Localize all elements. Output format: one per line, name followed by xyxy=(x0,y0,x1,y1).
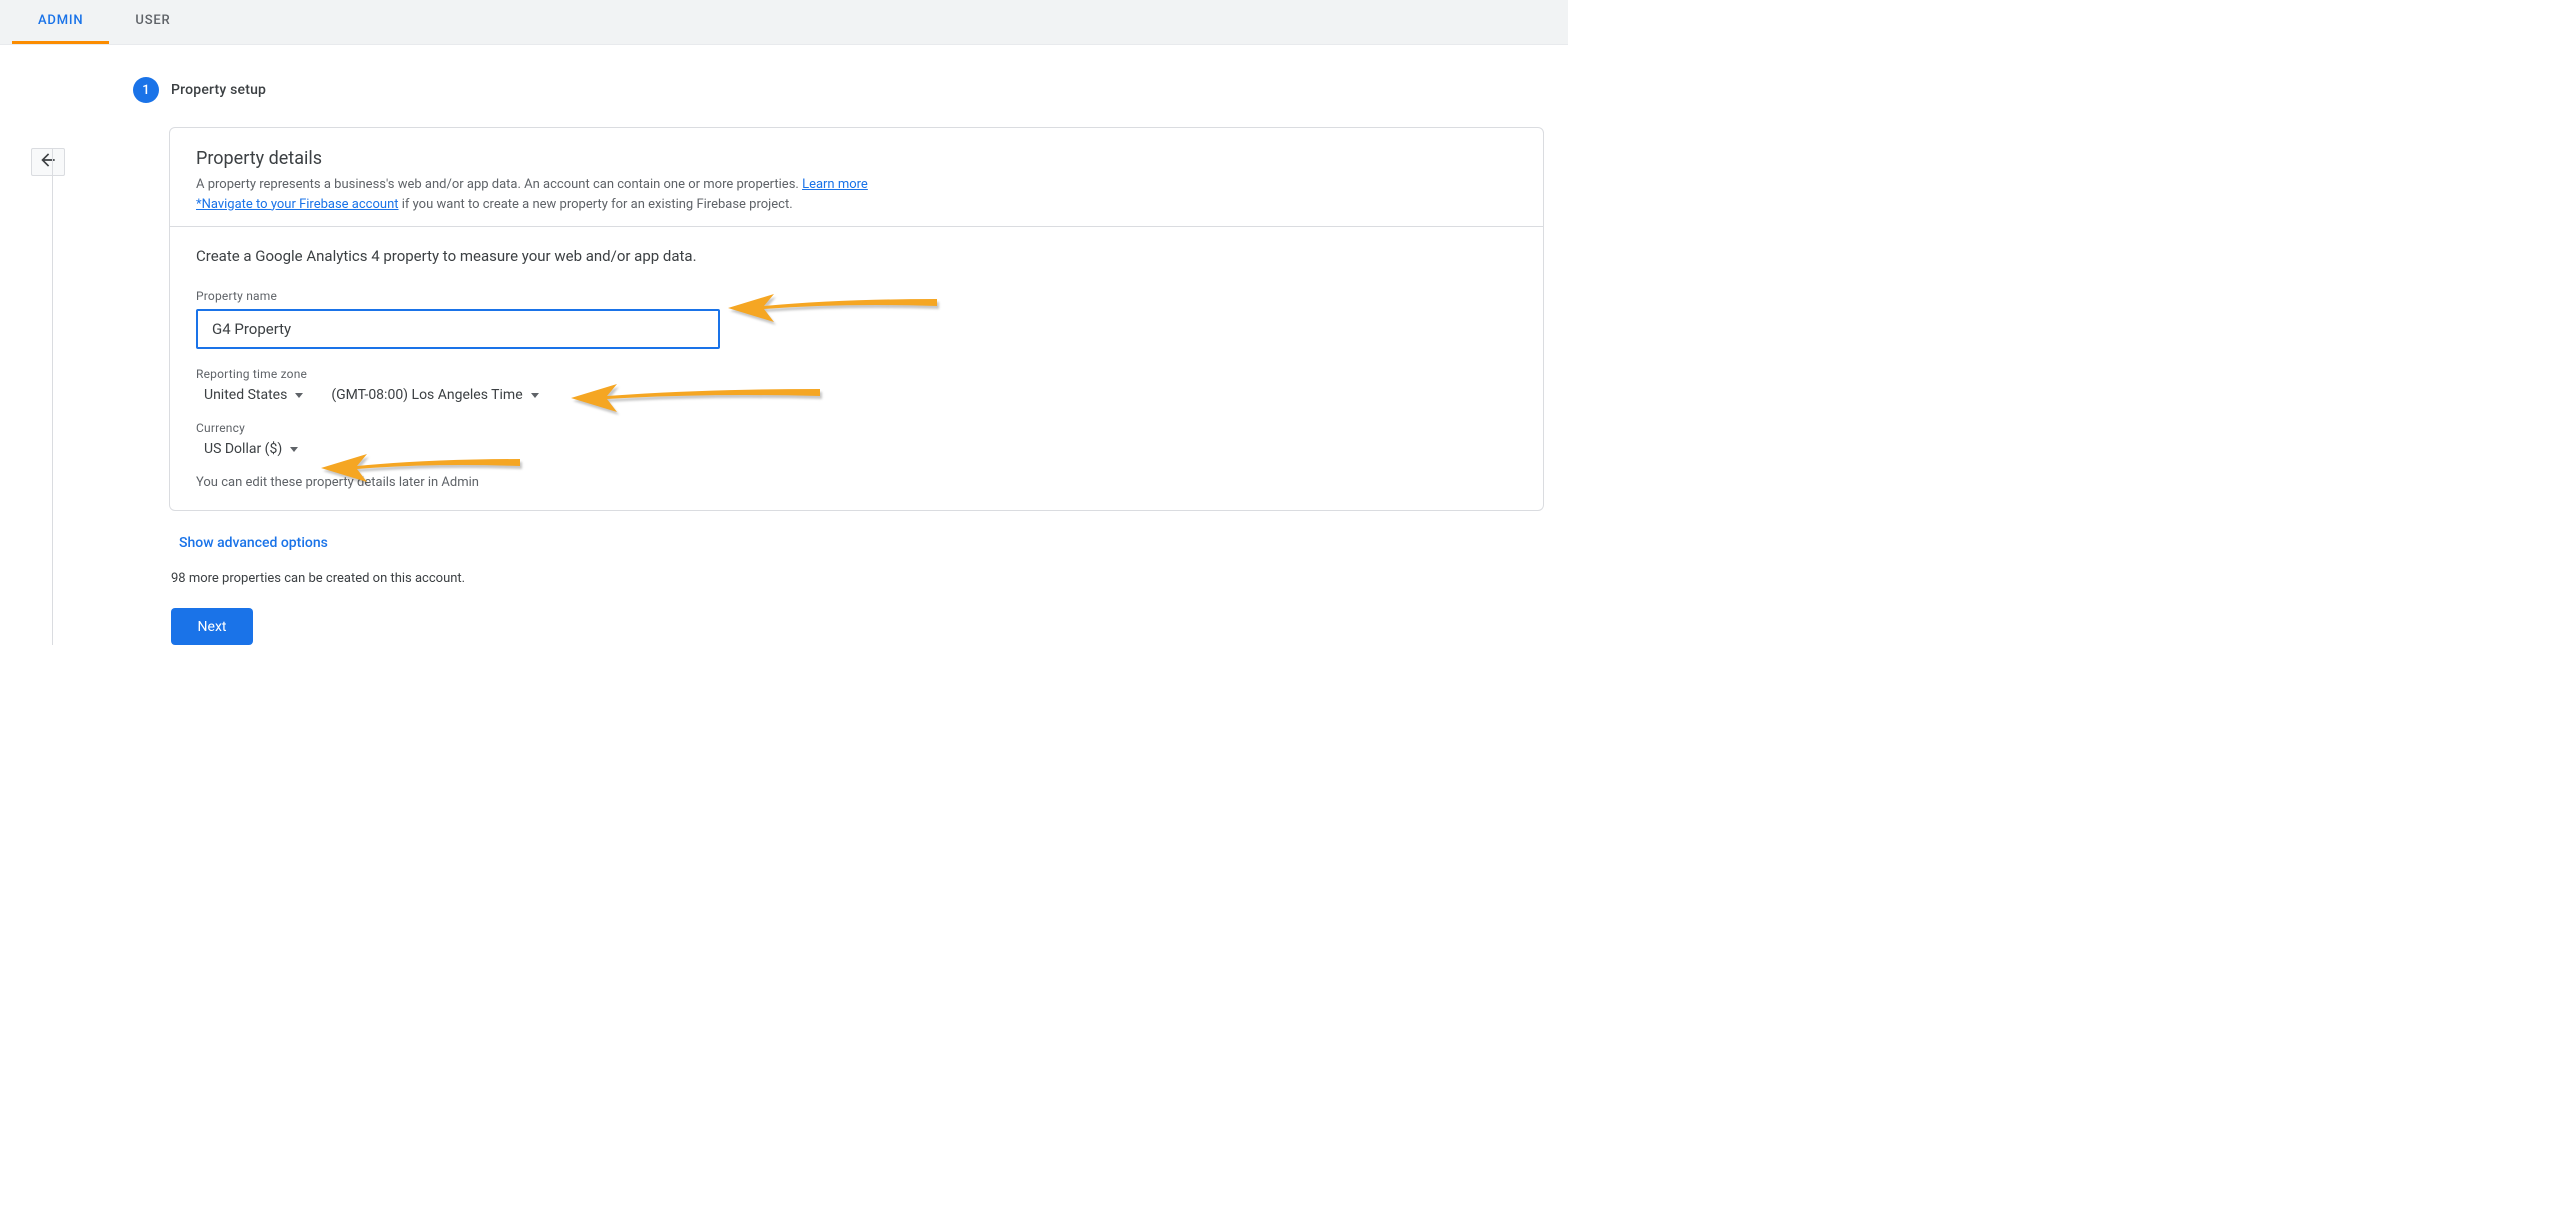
next-button[interactable]: Next xyxy=(171,608,253,645)
property-name-input[interactable] xyxy=(196,309,720,349)
property-name-label: Property name xyxy=(196,289,1517,303)
card-description: A property represents a business's web a… xyxy=(196,175,1517,214)
chevron-down-icon xyxy=(290,447,298,452)
top-tabs: ADMIN USER xyxy=(0,0,1568,45)
step-title: Property setup xyxy=(171,82,266,98)
card-section-title: Property details xyxy=(196,148,1517,169)
chevron-down-icon xyxy=(295,393,303,398)
firebase-link[interactable]: *Navigate to your Firebase account xyxy=(196,197,399,212)
country-select-value: United States xyxy=(204,387,287,403)
timezone-select[interactable]: (GMT-08:00) Los Angeles Time xyxy=(331,387,538,403)
timezone-select-value: (GMT-08:00) Los Angeles Time xyxy=(331,387,522,403)
edit-later-hint: You can edit these property details late… xyxy=(196,475,1517,490)
tab-admin[interactable]: ADMIN xyxy=(12,13,109,44)
card-firebase-suffix: if you want to create a new property for… xyxy=(399,197,793,212)
timezone-label: Reporting time zone xyxy=(196,367,1517,381)
country-select[interactable]: United States xyxy=(204,387,303,403)
tab-user[interactable]: USER xyxy=(109,13,196,44)
step-number-badge: 1 xyxy=(133,77,159,103)
show-advanced-options-link[interactable]: Show advanced options xyxy=(179,535,328,551)
card-desc-prefix: A property represents a business's web a… xyxy=(196,177,802,192)
currency-select[interactable]: US Dollar ($) xyxy=(204,441,298,457)
learn-more-link[interactable]: Learn more xyxy=(802,177,868,192)
properties-remaining-text: 98 more properties can be created on thi… xyxy=(171,571,1568,586)
currency-label: Currency xyxy=(196,421,1517,435)
chevron-down-icon xyxy=(531,393,539,398)
property-details-card: Property details A property represents a… xyxy=(169,127,1544,511)
step-rail xyxy=(50,45,147,645)
ga4-instruction: Create a Google Analytics 4 property to … xyxy=(196,247,1517,265)
currency-select-value: US Dollar ($) xyxy=(204,441,282,457)
